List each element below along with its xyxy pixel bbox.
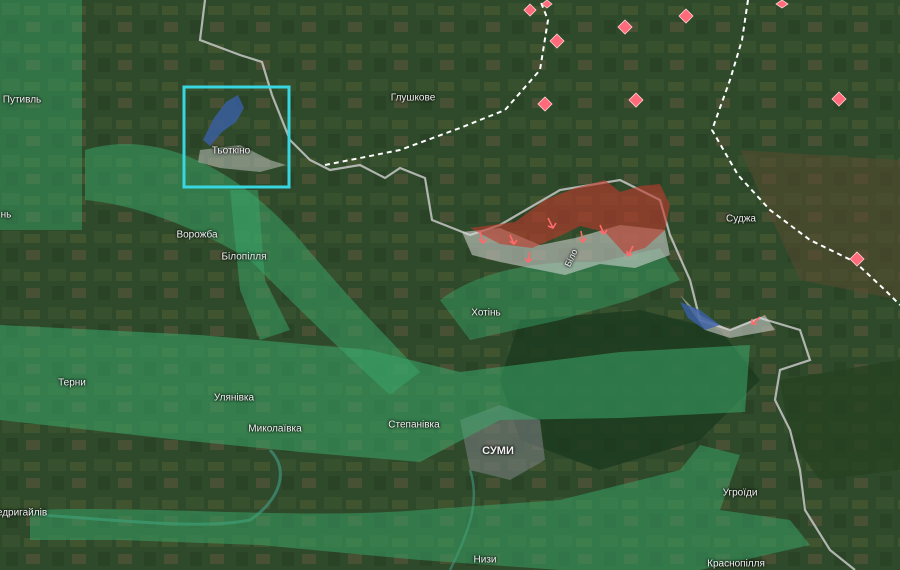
place-label-hlushkove: Глушкове xyxy=(390,92,436,104)
place-label-stepanivka: Степанівка xyxy=(388,419,440,431)
place-label-mykolaivka: Миколаївка xyxy=(248,423,302,435)
place-label-sudzha: Суджа xyxy=(726,213,756,225)
place-label-edge: нь xyxy=(0,209,12,221)
place-label-vorozhba: Ворожба xyxy=(176,229,218,241)
place-label-sumy: СУМИ xyxy=(482,445,514,457)
map-view[interactable]: Путивль Глушкове Тьоткіно Ворожба Білопі… xyxy=(0,0,900,570)
place-label-putyvl: Путивль xyxy=(2,94,42,106)
place-label-khotin: Хотінь xyxy=(471,307,501,319)
place-label-nyzy: Низи xyxy=(473,554,497,566)
place-label-tiotkino: Тьоткіно xyxy=(211,145,251,157)
terrain-tint xyxy=(0,0,900,570)
place-label-vedryhailiv: едригайлів xyxy=(0,507,48,519)
ua-zone-northwest xyxy=(0,0,82,230)
place-label-ulianivka: Улянівка xyxy=(213,392,255,404)
map-canvas[interactable] xyxy=(0,0,900,570)
place-label-krasnopillia: Краснопілля xyxy=(707,558,765,570)
place-label-terny: Терни xyxy=(58,377,86,389)
place-label-bilopillia: Білопілля xyxy=(221,251,267,263)
place-label-uhroidy: Угроїди xyxy=(722,487,758,499)
